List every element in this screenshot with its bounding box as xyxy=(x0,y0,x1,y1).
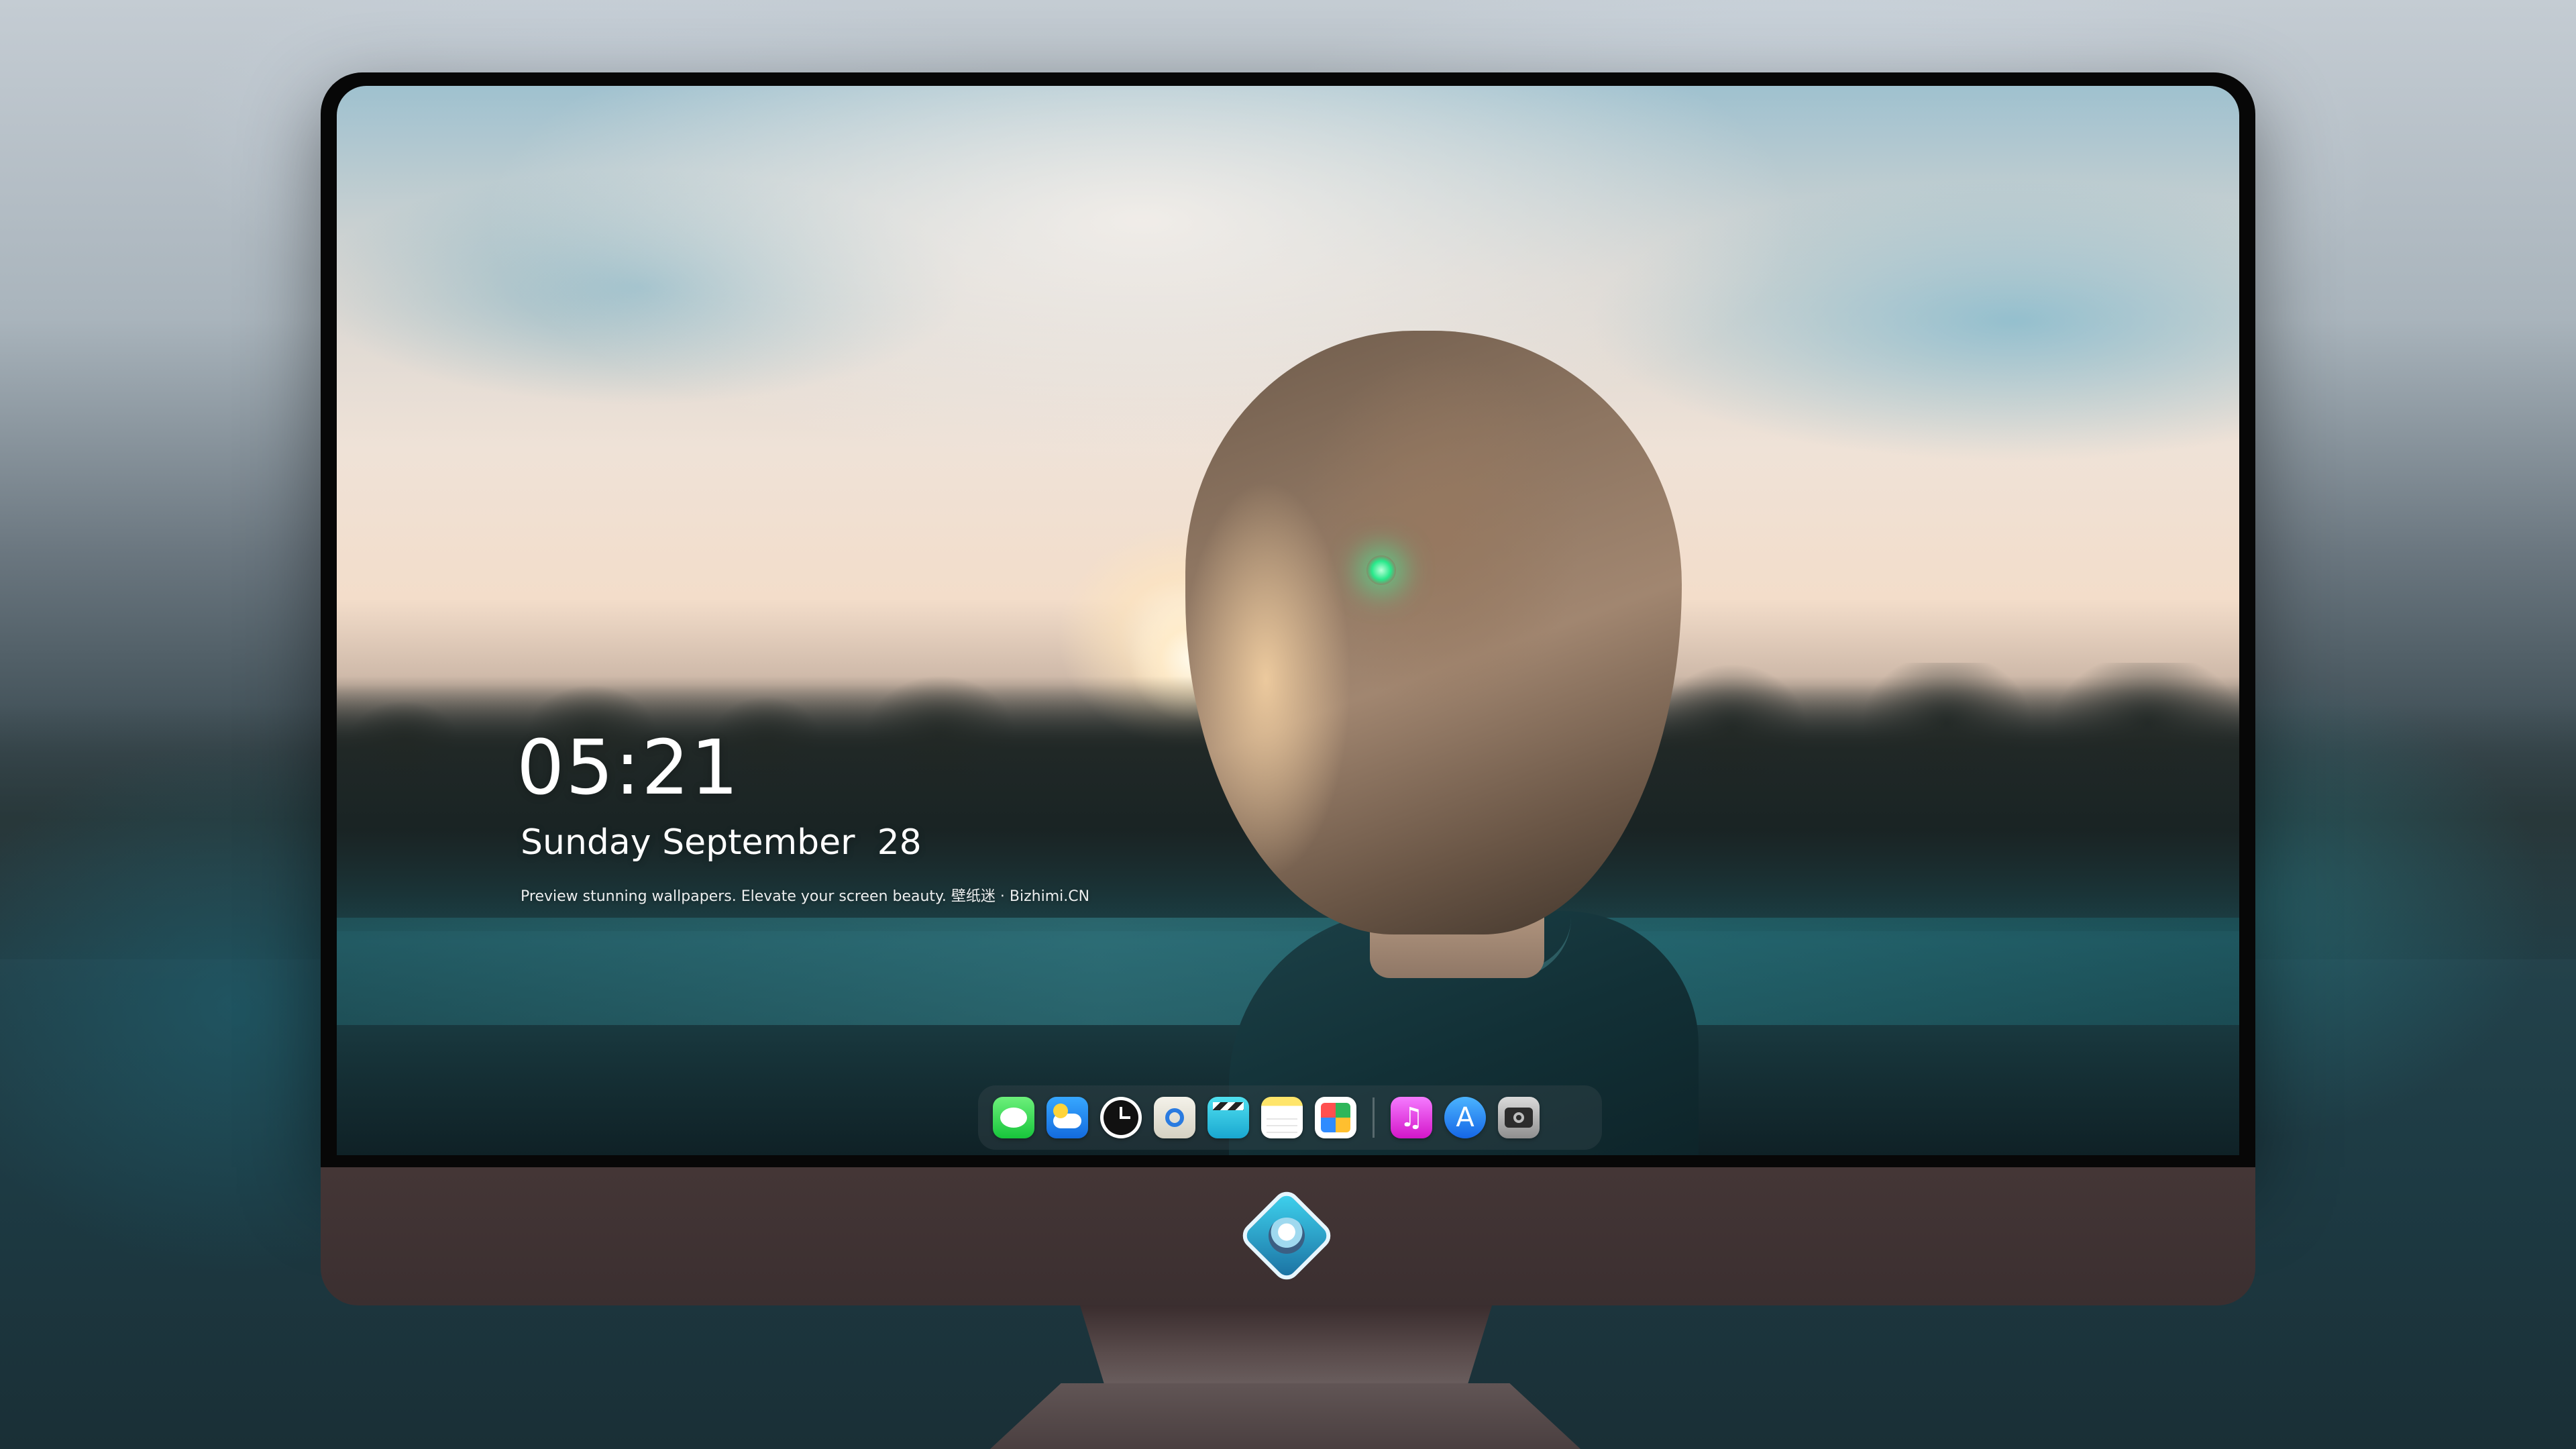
monitor-stand-neck xyxy=(1080,1305,1492,1386)
clock-icon xyxy=(1104,1100,1138,1135)
dock-item-clock[interactable] xyxy=(1100,1097,1142,1138)
wallpaper-hair-clip-glow xyxy=(1366,555,1396,585)
monitor-stand-base xyxy=(990,1383,1580,1449)
monitor-screen xyxy=(337,86,2239,1155)
lock-screen-time: 05:21 xyxy=(517,724,740,812)
music-note-icon: ♫ xyxy=(1399,1102,1424,1133)
dock-item-messages[interactable] xyxy=(993,1097,1034,1138)
notes-icon xyxy=(1267,1113,1297,1133)
clapperboard-icon xyxy=(1213,1102,1244,1110)
camera-lens-icon xyxy=(1513,1112,1524,1123)
lock-screen-date: Sunday September 28 xyxy=(521,822,922,863)
lock-screen-tagline: Preview stunning wallpapers. Elevate you… xyxy=(521,888,1090,905)
camera-icon xyxy=(1505,1108,1533,1128)
weather-sun-icon xyxy=(1053,1104,1068,1118)
dock-item-preview[interactable] xyxy=(1154,1097,1195,1138)
mascot-face-icon xyxy=(1269,1218,1305,1254)
app-store-icon: A xyxy=(1456,1102,1474,1133)
dock-item-clips[interactable] xyxy=(1208,1097,1249,1138)
dock-item-app-store[interactable]: A xyxy=(1444,1097,1486,1138)
dock-item-camera[interactable] xyxy=(1498,1097,1540,1138)
dock-item-notes[interactable] xyxy=(1261,1097,1303,1138)
photos-icon xyxy=(1321,1103,1350,1132)
dock-item-music[interactable]: ♫ xyxy=(1391,1097,1432,1138)
messages-icon xyxy=(1000,1108,1027,1128)
dock-divider xyxy=(1373,1097,1375,1138)
preview-icon xyxy=(1165,1108,1184,1127)
wallpaper-figure-hair xyxy=(1185,331,1682,934)
dock-item-photos[interactable] xyxy=(1315,1097,1356,1138)
dock-item-weather[interactable] xyxy=(1046,1097,1088,1138)
dock: ♫ A xyxy=(978,1085,1602,1150)
